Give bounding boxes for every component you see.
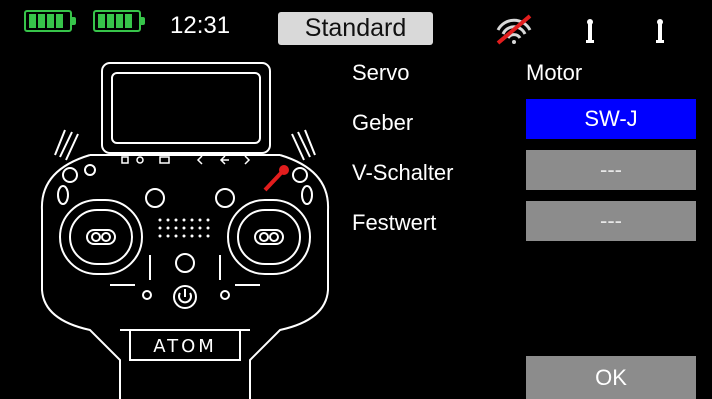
servo-value: Motor <box>526 60 583 85</box>
v-schalter-field[interactable]: --- <box>526 150 696 190</box>
clock: 12:31 <box>170 12 231 39</box>
festwert-label: Festwert <box>352 210 437 235</box>
stick-icon <box>586 19 594 43</box>
ok-button[interactable]: OK <box>526 356 696 399</box>
brand-logo: ATOM <box>153 336 217 357</box>
controller-illustration: ATOM <box>40 62 330 399</box>
festwert-field[interactable]: --- <box>526 201 696 241</box>
servo-label: Servo <box>352 60 410 85</box>
mode-button[interactable]: Standard <box>278 12 433 45</box>
battery-icon <box>24 10 76 32</box>
stick-icon <box>656 19 664 43</box>
status-bar: 12:31 Standard <box>0 0 712 50</box>
signal-off-icon <box>496 14 532 45</box>
battery-icon <box>93 10 145 32</box>
geber-label: Geber <box>352 110 414 135</box>
v-schalter-label: V-Schalter <box>352 160 454 185</box>
geber-field[interactable]: SW-J <box>526 99 696 139</box>
